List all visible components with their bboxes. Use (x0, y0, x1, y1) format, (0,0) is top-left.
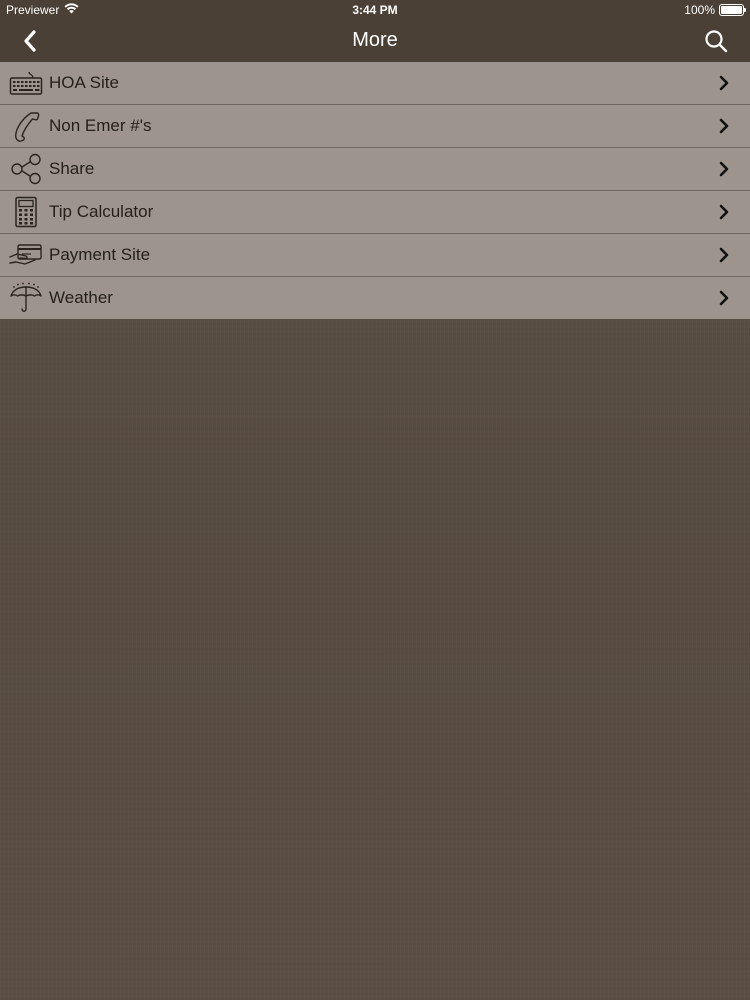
menu-item-hoa-site[interactable]: HOA Site (0, 62, 750, 105)
share-icon (8, 151, 44, 187)
menu-item-label: HOA Site (49, 73, 119, 92)
search-icon (705, 30, 728, 53)
keyboard-icon (8, 65, 44, 101)
menu-item-weather[interactable]: Weather (0, 277, 750, 319)
umbrella-icon (8, 280, 44, 316)
nav-bar: More (0, 20, 750, 62)
calculator-icon (8, 194, 44, 230)
more-menu-list: HOA Site Non Emer #'s Share Tip Calculat… (0, 62, 750, 319)
phone-icon (8, 108, 44, 144)
chevron-right-icon (712, 114, 736, 138)
battery-percent: 100% (684, 3, 715, 17)
chevron-right-icon (712, 71, 736, 95)
menu-item-label: Share (49, 159, 95, 178)
menu-item-share[interactable]: Share (0, 148, 750, 191)
credit-card-icon (8, 237, 44, 273)
status-time: 3:44 PM (352, 3, 398, 17)
menu-item-label: Non Emer #'s (49, 116, 152, 135)
menu-item-label: Tip Calculator (49, 202, 154, 221)
status-bar: Previewer 3:44 PM 100% (0, 0, 750, 20)
top-bar: Previewer 3:44 PM 100% More (0, 0, 750, 62)
chevron-right-icon (712, 200, 736, 224)
search-button[interactable] (702, 27, 730, 55)
page-title: More (352, 29, 398, 51)
battery-icon (719, 4, 746, 16)
chevron-right-icon (712, 157, 736, 181)
menu-item-tip-calculator[interactable]: Tip Calculator (0, 191, 750, 234)
menu-item-label: Weather (49, 288, 113, 307)
menu-item-payment-site[interactable]: Payment Site (0, 234, 750, 277)
status-right: 100% (684, 3, 746, 17)
chevron-right-icon (712, 243, 736, 267)
menu-item-label: Payment Site (49, 245, 151, 264)
menu-item-non-emer-numbers[interactable]: Non Emer #'s (0, 105, 750, 148)
chevron-right-icon (712, 286, 736, 310)
